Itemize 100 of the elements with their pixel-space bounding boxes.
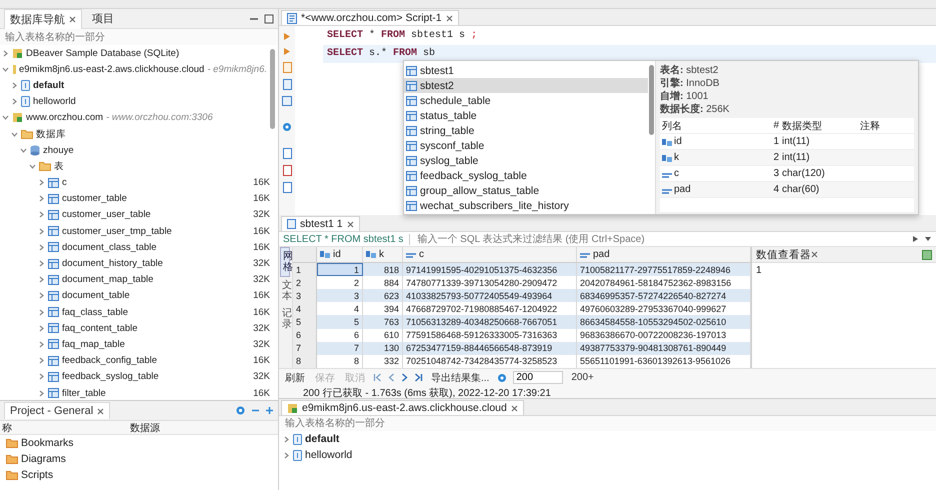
completion-item[interactable]: status_table: [404, 108, 648, 123]
chevron-icon[interactable]: [38, 195, 45, 202]
close-icon[interactable]: [510, 404, 518, 412]
scrollbar[interactable]: [649, 65, 654, 135]
chevron-icon[interactable]: [2, 66, 9, 73]
panel-tab[interactable]: 项目: [87, 9, 119, 28]
completion-item[interactable]: group_allow_status_table: [404, 183, 648, 198]
tree-item[interactable]: 表: [0, 158, 278, 174]
tree-item[interactable]: feedback_syslog_table 32K: [0, 368, 278, 385]
close-icon[interactable]: [811, 251, 818, 258]
scrollbar[interactable]: [270, 49, 275, 129]
tree-item[interactable]: document_table 16K: [0, 288, 278, 304]
chevron-icon[interactable]: [38, 357, 45, 364]
tree-item[interactable]: 数据库: [0, 126, 278, 142]
tree-item[interactable]: default: [279, 431, 936, 447]
close-icon[interactable]: [69, 16, 76, 22]
chevron-icon[interactable]: [38, 292, 45, 300]
completion-item[interactable]: feedback_syslog_table: [404, 168, 648, 183]
chevron-icon[interactable]: [38, 179, 45, 186]
panel-tab[interactable]: e9mikm8jn6.us-east-2.aws.clickhouse.cloud: [281, 400, 524, 415]
completion-item[interactable]: syslog_table: [404, 153, 648, 168]
first-page-icon[interactable]: [373, 373, 382, 382]
chevron-icon[interactable]: [2, 114, 9, 122]
next-icon[interactable]: [401, 373, 408, 382]
tree-item[interactable]: DBeaver Sample Database (SQLite): [0, 45, 278, 62]
project-item[interactable]: Bookmarks: [0, 435, 278, 451]
filter-field[interactable]: 输入表格名称的一部分: [279, 416, 936, 431]
tree-item[interactable]: c 16K: [0, 174, 278, 191]
last-page-icon[interactable]: [414, 373, 423, 382]
chevron-icon[interactable]: [2, 50, 9, 57]
tree-item[interactable]: zhouye: [0, 142, 278, 158]
filter-field[interactable]: 输入一个 SQL 表达式来过滤结果 (使用 Ctrl+Space): [415, 232, 907, 246]
chevron-icon[interactable]: [20, 146, 27, 154]
tree-item[interactable]: customer_user_tmp_table 16K: [0, 223, 278, 240]
view-tab[interactable]: 文本: [280, 277, 290, 305]
tree-item[interactable]: default: [0, 77, 278, 94]
chevron-icon[interactable]: [38, 340, 45, 348]
toolbar-button[interactable]: 刷新: [283, 370, 307, 384]
play-icon[interactable]: [912, 235, 919, 243]
document-icon[interactable]: [282, 165, 292, 176]
chevron-icon[interactable]: [38, 244, 45, 251]
chevron-icon[interactable]: [283, 452, 290, 458]
panel-tab[interactable]: 数据库导航: [4, 8, 82, 28]
completion-item[interactable]: wechat_subscribers_lite_history: [404, 198, 648, 213]
chevron-icon[interactable]: [38, 308, 45, 316]
tree-item[interactable]: document_class_table 16K: [0, 239, 278, 256]
project-item[interactable]: Diagrams: [0, 451, 278, 467]
tree-item[interactable]: faq_class_table 16K: [0, 304, 278, 320]
column-header[interactable]: pad: [577, 247, 751, 262]
completion-item[interactable]: string_table: [404, 123, 648, 138]
tree-item[interactable]: e9mikm8jn6.us-east-2.aws.clickhouse.cloud - e9mikm8jn6.: [0, 61, 278, 78]
tree-item[interactable]: customer_user_table 32K: [0, 206, 278, 224]
view-tab[interactable]: 网格: [280, 247, 290, 277]
tree-item[interactable]: document_history_table 32K: [0, 255, 278, 272]
chevron-icon[interactable]: [29, 162, 36, 170]
completion-item[interactable]: sbtest1: [404, 63, 648, 78]
column-header[interactable]: c: [403, 247, 577, 262]
tree-item[interactable]: filter_table 16K: [0, 384, 278, 400]
editor-tab[interactable]: *<www.orczhou.com> Script-1: [281, 10, 459, 25]
tree-item[interactable]: feedback_config_table 16K: [0, 352, 278, 369]
dropdown-icon[interactable]: [924, 236, 932, 242]
close-icon[interactable]: [346, 220, 354, 228]
column-header[interactable]: id: [317, 247, 363, 262]
completion-item[interactable]: sbtest2: [404, 78, 648, 93]
maximize-icon[interactable]: [264, 14, 274, 24]
fetch-size-field[interactable]: 200: [513, 371, 564, 384]
chevron-icon[interactable]: [38, 260, 45, 268]
panel-tab[interactable]: Project - General: [4, 402, 110, 419]
document-icon[interactable]: [282, 148, 292, 159]
fetch-all-button[interactable]: 200+: [569, 372, 596, 383]
chevron-icon[interactable]: [38, 373, 45, 380]
close-icon[interactable]: [446, 14, 453, 22]
chevron-icon[interactable]: [11, 82, 18, 89]
previous-icon[interactable]: [388, 373, 395, 382]
chevron-icon[interactable]: [38, 276, 45, 284]
chevron-icon[interactable]: [38, 228, 45, 235]
tree-item[interactable]: helloworld: [279, 447, 936, 463]
chevron-icon[interactable]: [38, 211, 45, 218]
plus-icon[interactable]: [265, 406, 274, 415]
tree-item[interactable]: www.orczhou.com - www.orczhou.com:3306: [0, 110, 278, 126]
tree-item[interactable]: faq_map_table 32K: [0, 336, 278, 353]
document-icon[interactable]: [282, 182, 292, 193]
column-header[interactable]: k: [363, 247, 403, 262]
gear-icon[interactable]: [282, 122, 292, 132]
gear-icon[interactable]: [497, 372, 508, 382]
chevron-icon[interactable]: [11, 130, 18, 138]
save-icon[interactable]: [922, 250, 932, 260]
tree-item[interactable]: customer_table 16K: [0, 190, 278, 207]
project-item[interactable]: Scripts: [0, 467, 278, 483]
results-tab[interactable]: sbtest1 1: [281, 216, 360, 231]
completion-item[interactable]: sysconf_table: [404, 138, 648, 153]
chevron-icon[interactable]: [283, 436, 290, 442]
tree-item[interactable]: document_map_table 32K: [0, 272, 278, 288]
chevron-icon[interactable]: [38, 390, 45, 397]
chevron-icon[interactable]: [38, 324, 45, 332]
tree-item[interactable]: helloworld: [0, 94, 278, 110]
view-tab[interactable]: 记录: [280, 305, 290, 333]
chevron-icon[interactable]: [11, 98, 18, 106]
close-icon[interactable]: [97, 408, 104, 414]
completion-item[interactable]: schedule_table: [404, 93, 648, 108]
